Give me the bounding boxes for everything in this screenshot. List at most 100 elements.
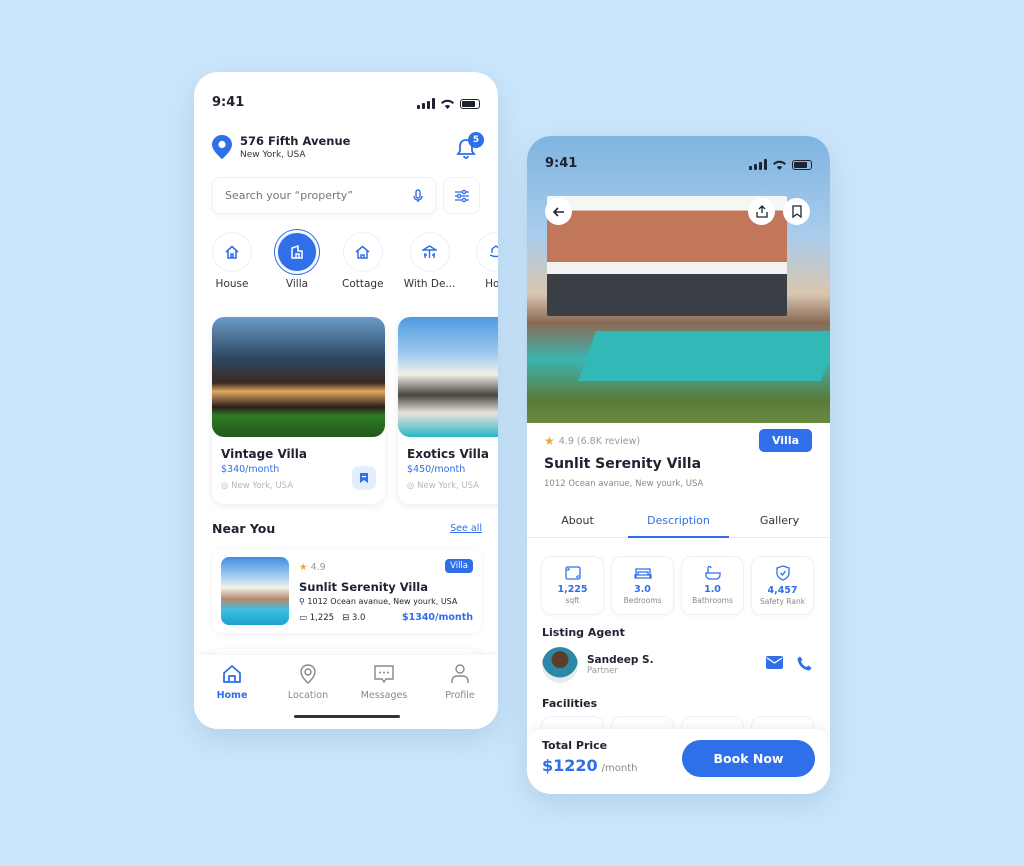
area-icon xyxy=(564,566,581,580)
category-cottage[interactable]: Cottage xyxy=(342,232,384,290)
property-address: 1012 Ocean avanue, New yourk, USA xyxy=(544,479,704,489)
location-subtitle: New York, USA xyxy=(240,150,306,160)
listing-image xyxy=(221,557,289,625)
microphone-icon[interactable] xyxy=(413,188,423,203)
battery-icon xyxy=(792,159,812,170)
bed-icon xyxy=(633,567,652,579)
agent-actions xyxy=(766,656,812,671)
property-price: $450/month xyxy=(407,464,466,475)
bookmark-button[interactable] xyxy=(352,466,376,490)
home-indicator xyxy=(294,715,400,718)
status-bar: 9:41 xyxy=(194,95,498,115)
bathtub-icon xyxy=(704,566,721,580)
category-label: House xyxy=(215,278,249,290)
property-hero-image xyxy=(527,136,830,423)
property-card[interactable]: Exotics Villa $450/month ◎ New York, USA xyxy=(398,317,498,504)
category-list: House Villa Cottage With De... Hou xyxy=(212,232,498,290)
agent-avatar xyxy=(542,647,578,683)
profile-icon xyxy=(451,664,469,683)
area-icon: ▭ xyxy=(299,613,308,623)
facilities-heading: Facilities xyxy=(542,697,598,710)
share-button[interactable] xyxy=(748,198,775,225)
tab-location[interactable]: Location xyxy=(278,663,338,729)
category-with-deck[interactable]: With De... xyxy=(404,232,455,290)
battery-icon xyxy=(460,98,480,109)
bed-icon: ⊟ xyxy=(342,613,350,623)
agent-card[interactable]: Sandeep S. Partner xyxy=(542,647,654,683)
property-type-badge: Villa xyxy=(759,429,812,452)
property-title: Sunlit Serenity Villa xyxy=(544,456,702,472)
wifi-icon xyxy=(773,160,786,170)
booking-footer: Total Price $1220/month Book Now xyxy=(527,729,830,794)
notification-badge: 5 xyxy=(468,132,484,148)
agent-role: Partner xyxy=(587,666,618,676)
filter-button[interactable] xyxy=(443,177,480,214)
tab-profile[interactable]: Profile xyxy=(430,663,490,729)
home-screen: 9:41 576 Fifth Avenue New York, USA 5 Ho… xyxy=(194,72,498,729)
tab-messages[interactable]: Messages xyxy=(354,663,414,729)
notifications-button[interactable]: 5 xyxy=(456,132,484,160)
category-villa[interactable]: Villa xyxy=(277,232,317,290)
bookmark-icon xyxy=(360,473,368,483)
status-bar: 9:41 xyxy=(527,156,830,176)
back-button[interactable] xyxy=(545,198,572,225)
signal-icon xyxy=(417,98,435,109)
pool-shape xyxy=(577,331,830,381)
listing-agent-heading: Listing Agent xyxy=(542,626,625,639)
current-location[interactable]: 576 Fifth Avenue New York, USA xyxy=(212,134,350,160)
bookmark-icon xyxy=(791,205,802,218)
detail-tabs: About Description Gallery xyxy=(527,514,830,538)
property-location: ◎ New York, USA xyxy=(407,481,480,491)
property-image xyxy=(398,317,498,437)
category-houseboat[interactable]: Hou xyxy=(475,232,498,290)
listing-type-badge: Villa xyxy=(445,559,473,573)
listing-price: $1340/month xyxy=(401,612,473,623)
bookmark-button[interactable] xyxy=(783,198,810,225)
houseboat-icon xyxy=(489,245,498,258)
star-icon: ★ xyxy=(544,434,555,448)
property-card[interactable]: Vintage Villa $340/month ◎ New York, USA xyxy=(212,317,385,504)
stat-bedrooms: 3.0 Bedrooms xyxy=(611,556,674,615)
villa-icon xyxy=(291,245,303,259)
home-icon xyxy=(223,665,241,683)
see-all-link[interactable]: See all xyxy=(450,523,482,534)
phone-icon[interactable] xyxy=(797,656,812,671)
tab-home[interactable]: Home xyxy=(202,663,262,729)
listing-address: ⚲ 1012 Ocean avanue, New yourk, USA xyxy=(299,597,458,606)
tab-about[interactable]: About xyxy=(527,514,628,537)
listing-rating: ★ 4.9 xyxy=(299,562,326,573)
location-pin-icon xyxy=(300,664,316,684)
wifi-icon xyxy=(441,99,454,109)
property-name: Exotics Villa xyxy=(407,447,489,461)
property-name: Vintage Villa xyxy=(221,447,307,461)
category-label: Hou xyxy=(485,278,498,290)
signal-icon xyxy=(749,159,767,170)
category-house[interactable]: House xyxy=(212,232,252,290)
tab-description[interactable]: Description xyxy=(628,514,729,538)
search-bar[interactable] xyxy=(212,177,436,214)
search-input[interactable] xyxy=(225,189,395,202)
listing-meta: ▭ 1,225 ⊟ 3.0 xyxy=(299,613,366,623)
share-icon xyxy=(755,205,768,218)
status-time: 9:41 xyxy=(545,156,578,171)
category-label: With De... xyxy=(403,278,456,290)
stat-bathrooms: 1.0 Bathrooms xyxy=(681,556,744,615)
map-pin-icon: ⚲ xyxy=(299,597,305,606)
status-time: 9:41 xyxy=(212,95,245,110)
listing-name: Sunlit Serenity Villa xyxy=(299,580,429,594)
arrow-left-icon xyxy=(552,206,564,217)
property-stats: 1,225 sqft 3.0 Bedrooms 1.0 Bathrooms 4,457… xyxy=(541,556,814,615)
featured-list: Vintage Villa $340/month ◎ New York, USA… xyxy=(212,317,498,504)
book-now-button[interactable]: Book Now xyxy=(682,740,815,777)
nearby-listing[interactable]: ★ 4.9 Villa Sunlit Serenity Villa ⚲ 1012… xyxy=(212,549,482,633)
near-you-heading: Near You xyxy=(212,521,276,536)
location-title: 576 Fifth Avenue xyxy=(240,134,351,148)
tab-gallery[interactable]: Gallery xyxy=(729,514,830,537)
mail-icon[interactable] xyxy=(766,656,783,669)
location-pin-icon xyxy=(212,135,232,159)
detail-screen: 9:41 ★ 4.9 (6.8K review) Villa Sunlit Ser… xyxy=(527,136,830,794)
category-label: Cottage xyxy=(342,278,384,290)
shield-check-icon xyxy=(775,565,790,581)
sliders-icon xyxy=(454,189,469,202)
bottom-nav: Home Location Messages Profile xyxy=(194,655,498,729)
